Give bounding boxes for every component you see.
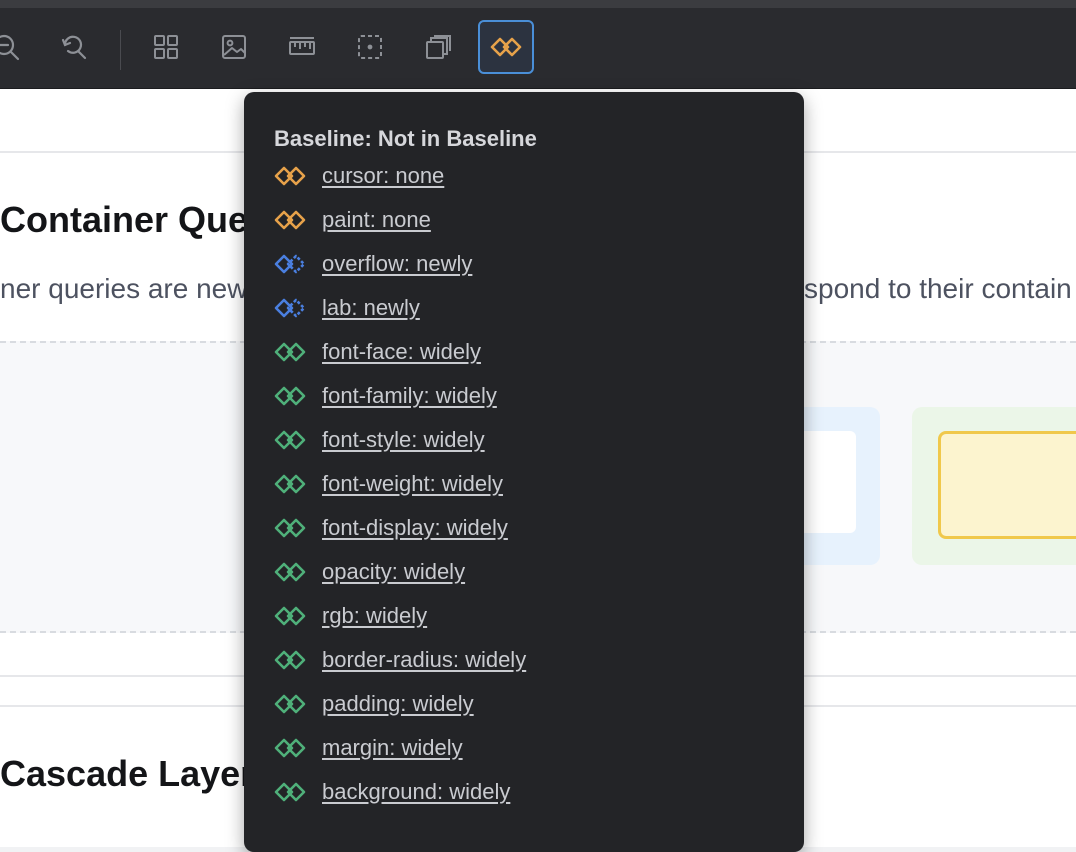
grid-icon [152, 33, 180, 61]
layers-button[interactable] [410, 20, 466, 74]
image-button[interactable] [206, 20, 262, 74]
baseline-feature-link[interactable]: font-face: widely [322, 339, 481, 365]
demo-container-green [912, 407, 1076, 565]
baseline-feature-item: paint: none [274, 198, 526, 242]
baseline-feature-item: padding: widely [274, 682, 526, 726]
baseline-feature-link[interactable]: cursor: none [322, 163, 444, 189]
demo-card-yellow [938, 431, 1076, 539]
toolbar-separator [120, 30, 121, 70]
baseline-widely-icon [274, 430, 306, 450]
dashed-select-icon [356, 33, 384, 61]
baseline-newly-icon [274, 298, 306, 318]
reset-zoom-button[interactable] [46, 20, 102, 74]
baseline-widely-icon [274, 474, 306, 494]
baseline-feature-item: border-radius: widely [274, 638, 526, 682]
baseline-feature-item: font-family: widely [274, 374, 526, 418]
baseline-newly-icon [274, 254, 306, 274]
baseline-feature-item: opacity: widely [274, 550, 526, 594]
baseline-none-icon [274, 210, 306, 230]
baseline-feature-link[interactable]: overflow: newly [322, 251, 472, 277]
baseline-feature-list: cursor: none paint: none overflow: newly la… [274, 154, 526, 814]
baseline-feature-link[interactable]: rgb: widely [322, 603, 427, 629]
ruler-button[interactable] [274, 20, 330, 74]
baseline-feature-link[interactable]: paint: none [322, 207, 431, 233]
zoom-out-icon [0, 32, 21, 62]
image-icon [220, 33, 248, 61]
section-heading: Cascade Layer [0, 753, 255, 794]
baseline-feature-link[interactable]: background: widely [322, 779, 510, 805]
layers-icon [424, 33, 452, 61]
baseline-popover: Baseline: Not in Baseline cursor: none pa… [244, 92, 804, 852]
window-top-strip [0, 0, 1076, 8]
baseline-feature-item: margin: widely [274, 726, 526, 770]
baseline-widely-icon [274, 694, 306, 714]
reset-zoom-icon [59, 32, 89, 62]
baseline-widely-icon [274, 518, 306, 538]
grid-view-button[interactable] [138, 20, 194, 74]
baseline-widely-icon [274, 738, 306, 758]
baseline-feature-link[interactable]: opacity: widely [322, 559, 465, 585]
zoom-out-button[interactable] [0, 20, 34, 74]
baseline-feature-item: font-weight: widely [274, 462, 526, 506]
toolbar [0, 8, 1076, 89]
section-heading: Container Quer [0, 199, 263, 240]
baseline-widely-icon [274, 650, 306, 670]
baseline-feature-item: font-style: widely [274, 418, 526, 462]
baseline-feature-item: cursor: none [274, 154, 526, 198]
section-description: ner queries are new [0, 273, 248, 304]
baseline-feature-item: font-display: widely [274, 506, 526, 550]
baseline-feature-link[interactable]: border-radius: widely [322, 647, 526, 673]
baseline-feature-item: font-face: widely [274, 330, 526, 374]
baseline-feature-item: overflow: newly [274, 242, 526, 286]
baseline-feature-link[interactable]: font-display: widely [322, 515, 508, 541]
ruler-icon [287, 33, 317, 61]
baseline-feature-item: background: widely [274, 770, 526, 814]
baseline-icon [490, 37, 522, 57]
baseline-widely-icon [274, 782, 306, 802]
baseline-widely-icon [274, 386, 306, 406]
baseline-feature-item: lab: newly [274, 286, 526, 330]
baseline-feature-link[interactable]: margin: widely [322, 735, 463, 761]
baseline-none-icon [274, 166, 306, 186]
baseline-widely-icon [274, 562, 306, 582]
baseline-feature-link[interactable]: font-weight: widely [322, 471, 503, 497]
baseline-button[interactable] [478, 20, 534, 74]
popover-title: Baseline: Not in Baseline [274, 126, 537, 151]
baseline-feature-item: rgb: widely [274, 594, 526, 638]
baseline-widely-icon [274, 342, 306, 362]
baseline-feature-link[interactable]: font-family: widely [322, 383, 497, 409]
baseline-widely-icon [274, 606, 306, 626]
baseline-feature-link[interactable]: lab: newly [322, 295, 420, 321]
section-description-continued: spond to their contain [804, 273, 1072, 304]
selection-button[interactable] [342, 20, 398, 74]
baseline-feature-link[interactable]: font-style: widely [322, 427, 485, 453]
baseline-feature-link[interactable]: padding: widely [322, 691, 474, 717]
